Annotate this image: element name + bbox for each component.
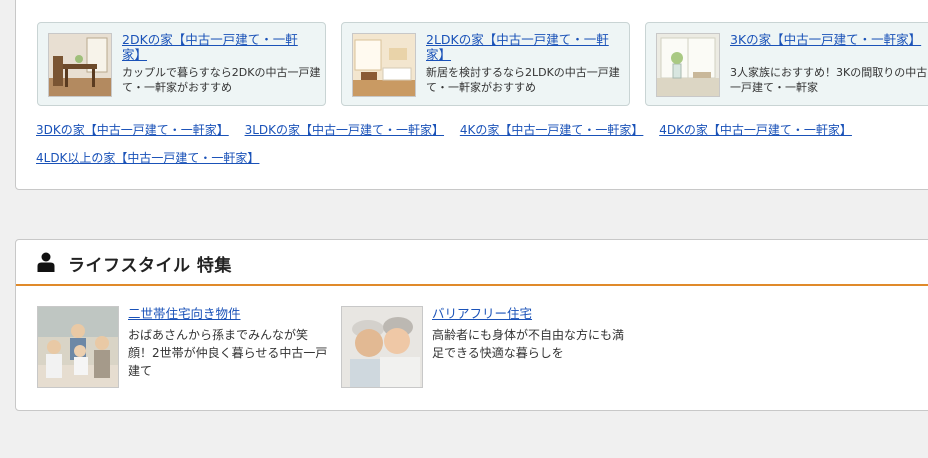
card-description: 新居を検討するなら2LDKの中古一戸建て・一軒家がおすすめ (426, 66, 620, 94)
link-3dk[interactable]: 3DKの家【中古一戸建て・一軒家】 (36, 123, 229, 137)
link-4dk[interactable]: 4DKの家【中古一戸建て・一軒家】 (659, 123, 852, 137)
lifestyle-item-barrier-free[interactable]: バリアフリー住宅 高齢者にも身体が不自由な方にも満足できる快適な暮らしを (341, 306, 641, 390)
living-room-photo (352, 33, 416, 97)
dining-room-photo (48, 33, 112, 97)
lifestyle-panel: ライフスタイル 特集 二世帯住宅向き物件 おばあさんから孫までみんなが笑顔！2世… (15, 239, 928, 411)
home-type-card-2dk[interactable]: 2DKの家【中古一戸建て・一軒家】 カップルで暮らすなら2DKの中古一戸建て・一… (37, 22, 326, 106)
lifestyle-item-description: おばあさんから孫までみんなが笑顔！2世帯が仲良く暮らせる中古一戸建て (128, 328, 328, 378)
lifestyle-item-title-link[interactable]: バリアフリー住宅 (432, 306, 532, 322)
home-type-card-2ldk[interactable]: 2LDKの家【中古一戸建て・一軒家】 新居を検討するなら2LDKの中古一戸建て・… (341, 22, 630, 106)
link-4ldk-plus[interactable]: 4LDK以上の家【中古一戸建て・一軒家】 (36, 151, 259, 165)
lifestyle-heading: ライフスタイル 特集 (68, 256, 232, 276)
lifestyle-item-title-link[interactable]: 二世帯住宅向き物件 (128, 306, 241, 322)
elderly-couple-photo (341, 306, 423, 388)
window-vase-photo (656, 33, 720, 97)
lifestyle-header: ライフスタイル 特集 (16, 240, 928, 286)
card-description: 3人家族におすすめ！3Kの間取りの中古一戸建て・一軒家 (730, 66, 928, 94)
card-title-link[interactable]: 2DKの家【中古一戸建て・一軒家】 (122, 32, 314, 62)
family-photo (37, 306, 119, 388)
lifestyle-item-description: 高齢者にも身体が不自由な方にも満足できる快適な暮らしを (432, 328, 625, 360)
lifestyle-item-two-family[interactable]: 二世帯住宅向き物件 おばあさんから孫までみんなが笑顔！2世帯が仲良く暮らせる中古… (37, 306, 337, 390)
person-icon (37, 252, 55, 276)
link-4k[interactable]: 4Kの家【中古一戸建て・一軒家】 (460, 123, 644, 137)
card-title-link[interactable]: 3Kの家【中古一戸建て・一軒家】 (730, 32, 922, 47)
home-type-card-3k[interactable]: 3Kの家【中古一戸建て・一軒家】 3人家族におすすめ！3Kの間取りの中古一戸建て… (645, 22, 928, 106)
card-description: カップルで暮らすなら2DKの中古一戸建て・一軒家がおすすめ (122, 66, 321, 94)
link-3ldk[interactable]: 3LDKの家【中古一戸建て・一軒家】 (245, 123, 444, 137)
home-type-links-row-2: 4LDK以上の家【中古一戸建て・一軒家】 (36, 150, 271, 166)
home-type-links-row-1: 3DKの家【中古一戸建て・一軒家】 3LDKの家【中古一戸建て・一軒家】 4Kの… (36, 122, 864, 138)
card-title-link[interactable]: 2LDKの家【中古一戸建て・一軒家】 (426, 32, 618, 62)
